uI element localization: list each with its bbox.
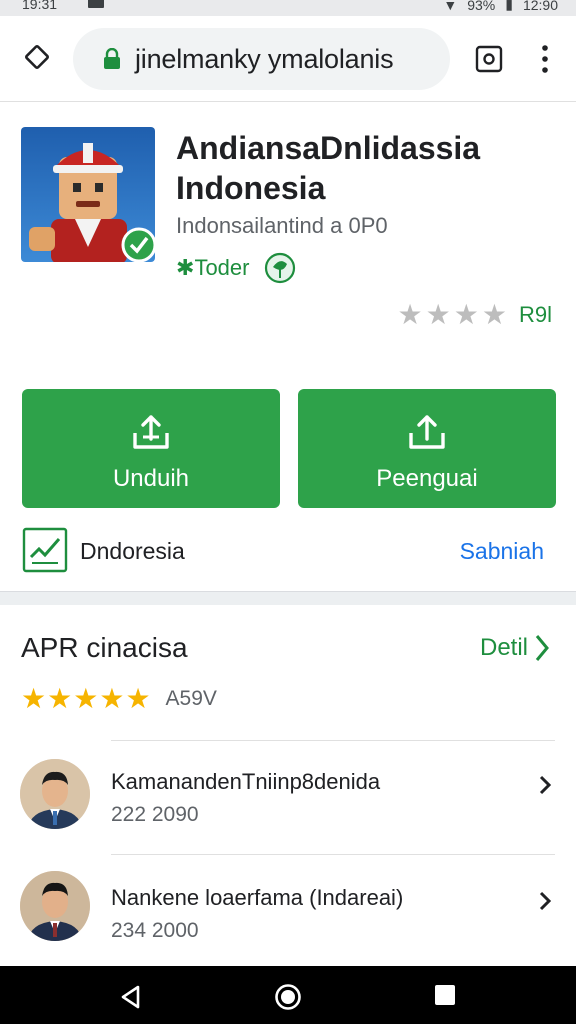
star-icon: ★ — [397, 299, 423, 330]
review-author: KamanandenTniinp8denida — [111, 769, 381, 794]
reviews-detail-link[interactable]: Detil — [480, 633, 550, 663]
url-text: jinelmanky ymalolanis — [135, 43, 394, 74]
download-button[interactable]: Unduih — [22, 389, 280, 508]
reviews-stars-text: A59V — [165, 687, 217, 710]
avatar — [20, 871, 90, 941]
home-icon[interactable] — [274, 983, 302, 1011]
back-icon[interactable] — [118, 984, 142, 1010]
star-icon: ★ — [73, 683, 99, 714]
country-link[interactable]: Sabniah — [460, 538, 544, 565]
developer-row[interactable]: ✱Toder — [176, 252, 297, 284]
verified-badge-icon — [265, 252, 296, 284]
country-row: Dndoresia Sabniah — [22, 527, 552, 575]
avatar — [20, 759, 90, 829]
chart-check-icon — [22, 527, 68, 573]
tabs-icon[interactable] — [474, 44, 504, 74]
chevron-right-icon — [535, 635, 549, 661]
list-item[interactable]: KamanandenTniinp8denida 222 2090 — [0, 741, 576, 841]
app-icon[interactable] — [21, 127, 155, 262]
app-subtitle: Indonsailantind a 0P0 — [176, 213, 388, 238]
star-icon: ★ — [481, 299, 507, 330]
star-icon: ★ — [21, 683, 47, 714]
developer-name: Toder — [194, 255, 250, 280]
status-bar: 19:31 ▼ 93% ▮ 12:90 — [0, 0, 576, 16]
diamond-nav-icon[interactable] — [24, 44, 50, 70]
reviews-stars-row: ★ ★ ★ ★ ★ A59V — [21, 684, 217, 714]
review-author: Nankene loaerfama (Indareai) — [111, 885, 404, 910]
reviews-detail-label: Detil — [479, 634, 528, 661]
star-icon: ★ — [125, 683, 151, 714]
notification-icon — [88, 0, 104, 8]
status-indicators: ▼ 93% ▮ 12:90 — [443, 0, 558, 13]
star-icon: ★ — [425, 299, 451, 330]
status-clock-right: 12:90 — [522, 0, 558, 13]
download-icon — [133, 415, 169, 449]
rating-row: ★ ★ ★ ★ R9l — [395, 300, 552, 330]
review-date: 234 2000 — [111, 919, 199, 942]
list-item[interactable]: Nankene loaerfama (Indareai) 234 2000 — [0, 855, 576, 955]
review-date: 222 2090 — [111, 803, 199, 826]
lock-icon — [104, 48, 120, 69]
country-label: Dndoresia — [80, 538, 185, 564]
kebab-menu-icon[interactable] — [536, 43, 554, 75]
url-bar[interactable]: jinelmanky ymalolanis — [73, 28, 450, 90]
status-time: 19:31 — [22, 0, 58, 12]
section-divider — [0, 591, 576, 605]
browser-toolbar: jinelmanky ymalolanis — [0, 16, 576, 102]
install-button[interactable]: Peenguai — [298, 389, 556, 508]
developer-label: ✱Toder — [176, 255, 250, 280]
star-icon: ★ — [99, 683, 125, 714]
chevron-right-icon — [539, 775, 552, 795]
system-navigation-bar — [0, 966, 576, 1024]
reviews-title: APR cinacisa — [21, 632, 188, 663]
upload-icon — [409, 415, 445, 449]
install-label: Peenguai — [376, 465, 478, 492]
star-icon: ★ — [47, 683, 73, 714]
download-label: Unduih — [112, 465, 190, 492]
app-title: AndiansaDnlidassia Indonesia — [176, 130, 481, 206]
battery-icon: ▮ — [505, 0, 513, 12]
battery-text: 93% — [467, 0, 496, 13]
chevron-right-icon — [539, 891, 552, 911]
wifi-icon: ▼ — [443, 0, 458, 13]
rating-count: R9l — [518, 302, 552, 327]
recents-icon[interactable] — [434, 984, 456, 1006]
star-icon: ★ — [453, 299, 479, 330]
